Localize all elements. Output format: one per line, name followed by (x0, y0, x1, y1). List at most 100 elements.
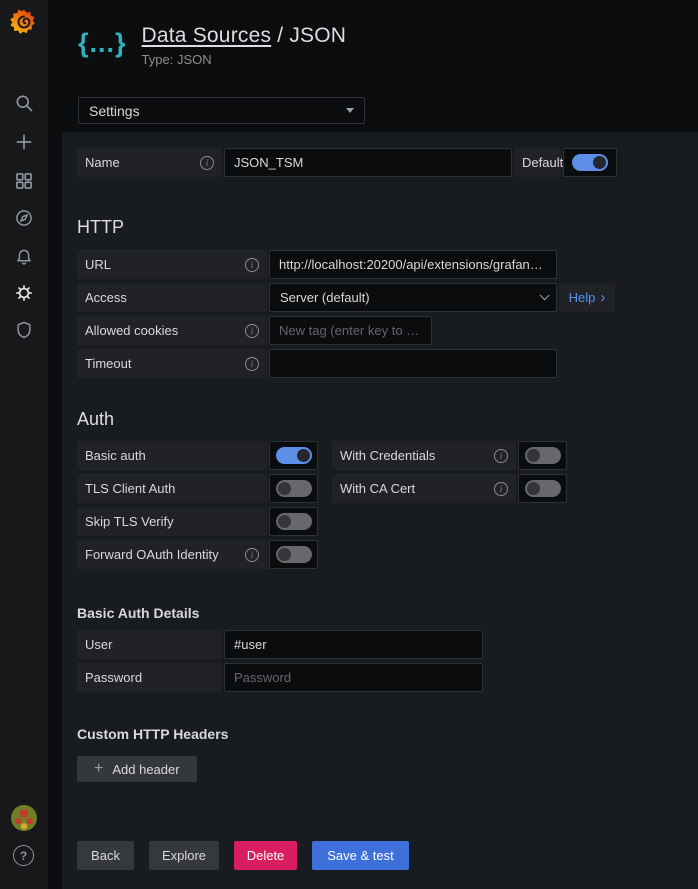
basic-auth-row: Basic auth With Credentials (77, 441, 698, 470)
http-section-title: HTTP (77, 216, 698, 238)
with-credentials-toggle-track (525, 447, 561, 464)
forward-oauth-toggle-track (276, 546, 312, 563)
url-label: URL (77, 250, 267, 279)
tls-client-auth-toggle-track (276, 480, 312, 497)
forward-oauth-toggle[interactable] (269, 540, 318, 569)
forward-oauth-label: Forward OAuth Identity (77, 540, 267, 569)
user-row: User (77, 630, 698, 659)
access-select-value: Server (default) (280, 290, 370, 305)
breadcrumb-data-sources-link[interactable]: Data Sources (142, 24, 272, 47)
explore-button[interactable]: Explore (149, 841, 219, 870)
basic-auth-label-text: Basic auth (85, 448, 146, 463)
info-icon[interactable] (245, 357, 259, 371)
add-header-button[interactable]: Add header (77, 756, 197, 782)
breadcrumb-separator: / (277, 24, 283, 47)
create-plus-icon[interactable] (13, 131, 35, 153)
basic-auth-details-title: Basic Auth Details (77, 605, 698, 621)
custom-http-headers-title: Custom HTTP Headers (77, 726, 698, 742)
default-toggle-track (572, 154, 608, 171)
password-label: Password (77, 663, 222, 692)
configuration-gear-icon[interactable] (13, 282, 35, 304)
user-label: User (77, 630, 222, 659)
back-button[interactable]: Back (77, 841, 134, 870)
with-ca-cert-label: With CA Cert (332, 474, 516, 503)
skip-tls-verify-label-text: Skip TLS Verify (85, 514, 174, 529)
settings-panel: Name Default HTTP URL Access Server (def… (62, 132, 698, 889)
timeout-row: Timeout (77, 349, 698, 378)
with-credentials-toggle[interactable] (518, 441, 567, 470)
forward-oauth-row: Forward OAuth Identity (77, 540, 698, 569)
help-link[interactable]: Help (559, 283, 615, 312)
default-toggle[interactable] (563, 148, 617, 177)
action-buttons: Back Explore Delete Save & test (77, 841, 698, 870)
password-row: Password (77, 663, 698, 692)
with-ca-cert-toggle-track (525, 480, 561, 497)
user-label-text: User (85, 637, 112, 652)
page-section-select-value: Settings (89, 103, 140, 119)
info-icon[interactable] (245, 548, 259, 562)
name-label: Name (77, 148, 222, 177)
skip-tls-verify-toggle[interactable] (269, 507, 318, 536)
save-and-test-button[interactable]: Save & test (312, 841, 409, 870)
dashboards-grid-icon[interactable] (13, 170, 35, 192)
with-credentials-label-text: With Credentials (340, 448, 435, 463)
access-row: Access Server (default) Help (77, 283, 698, 312)
page-header: {...} Data Sources / JSON Type: JSON (78, 24, 346, 67)
user-avatar[interactable] (11, 805, 37, 831)
delete-button[interactable]: Delete (234, 841, 297, 870)
allowed-cookies-label-text: Allowed cookies (85, 323, 178, 338)
help-link-text: Help (569, 290, 596, 305)
tls-client-auth-toggle[interactable] (269, 474, 318, 503)
timeout-input[interactable] (269, 349, 557, 378)
page-section-select[interactable]: Settings (78, 97, 365, 124)
password-label-text: Password (85, 670, 142, 685)
basic-auth-label: Basic auth (77, 441, 267, 470)
tls-client-auth-label-text: TLS Client Auth (85, 481, 175, 496)
allowed-cookies-input[interactable] (269, 316, 432, 345)
info-icon[interactable] (494, 482, 508, 496)
url-input[interactable] (269, 250, 557, 279)
basic-auth-toggle-track (276, 447, 312, 464)
page-title: Data Sources / JSON (142, 24, 347, 48)
default-label: Default (514, 148, 561, 177)
access-label-text: Access (85, 290, 127, 305)
name-row: Name Default (77, 148, 698, 177)
name-label-text: Name (85, 155, 120, 170)
info-icon[interactable] (200, 156, 214, 170)
basic-auth-toggle[interactable] (269, 441, 318, 470)
grafana-flame-icon (10, 8, 38, 36)
explore-compass-icon[interactable] (13, 207, 35, 229)
nav-sidebar (0, 0, 48, 889)
skip-tls-verify-label: Skip TLS Verify (77, 507, 267, 536)
auth-section-title: Auth (77, 408, 698, 430)
access-select[interactable]: Server (default) (269, 283, 557, 312)
url-label-text: URL (85, 257, 111, 272)
with-ca-cert-label-text: With CA Cert (340, 481, 415, 496)
info-icon[interactable] (245, 258, 259, 272)
with-credentials-label: With Credentials (332, 441, 516, 470)
user-input[interactable] (224, 630, 483, 659)
tls-client-auth-row: TLS Client Auth With CA Cert (77, 474, 698, 503)
tls-client-auth-label: TLS Client Auth (77, 474, 267, 503)
skip-tls-verify-toggle-track (276, 513, 312, 530)
info-icon[interactable] (494, 449, 508, 463)
datasource-type-subtitle: Type: JSON (142, 52, 347, 67)
search-icon[interactable] (13, 92, 35, 114)
help-icon[interactable] (13, 845, 34, 866)
access-label: Access (77, 283, 267, 312)
skip-tls-verify-row: Skip TLS Verify (77, 507, 698, 536)
info-icon[interactable] (245, 324, 259, 338)
timeout-label-text: Timeout (85, 356, 131, 371)
grafana-logo[interactable] (10, 8, 38, 36)
allowed-cookies-label: Allowed cookies (77, 316, 267, 345)
url-row: URL (77, 250, 698, 279)
with-ca-cert-toggle[interactable] (518, 474, 567, 503)
alerting-bell-icon[interactable] (13, 246, 35, 268)
chevron-down-icon (540, 290, 550, 300)
password-input[interactable] (224, 663, 483, 692)
server-admin-shield-icon[interactable] (13, 319, 35, 341)
allowed-cookies-row: Allowed cookies (77, 316, 698, 345)
add-header-button-label: Add header (112, 762, 179, 777)
name-input[interactable] (224, 148, 512, 177)
default-label-text: Default (522, 155, 563, 170)
